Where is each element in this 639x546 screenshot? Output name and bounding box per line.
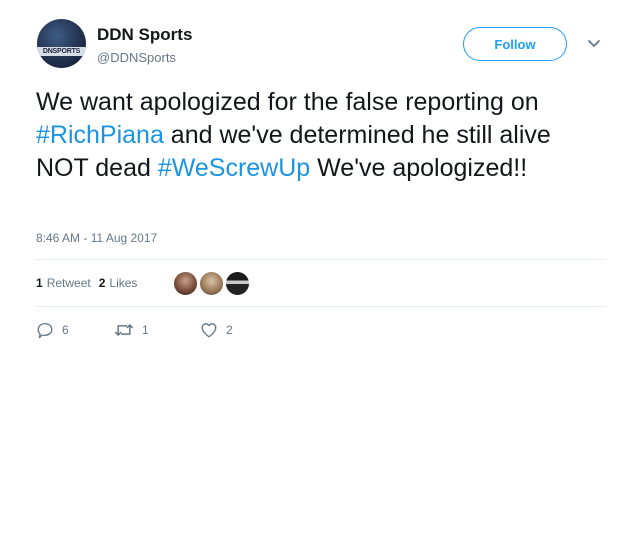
tweet-text-part: We've apologized!! xyxy=(310,154,528,182)
like-button[interactable]: 2 xyxy=(200,321,233,339)
tweet-timestamp[interactable]: 8:46 AM - 11 Aug 2017 xyxy=(36,231,157,245)
divider xyxy=(36,306,606,307)
hashtag-richpiana[interactable]: #RichPiana xyxy=(36,121,164,149)
avatar-logo-text: DNSPORTS xyxy=(37,47,86,56)
reply-button[interactable]: 6 xyxy=(36,321,114,339)
liker-avatars xyxy=(173,271,251,296)
like-action-count: 2 xyxy=(226,323,233,337)
retweet-stat[interactable]: 1 Retweet xyxy=(36,276,91,290)
liker-avatar[interactable] xyxy=(199,271,224,296)
tweet-text: We want apologized for the false reporti… xyxy=(36,86,596,185)
action-bar: 6 1 2 xyxy=(36,321,233,339)
heart-icon xyxy=(201,323,217,338)
retweet-stat-count: 1 xyxy=(36,276,43,290)
follow-button[interactable]: Follow xyxy=(463,27,567,61)
like-stat-count: 2 xyxy=(98,276,106,290)
user-handle[interactable]: @DDNSports xyxy=(97,50,176,65)
tweet-text-part: We want apologized for the false reporti… xyxy=(36,88,539,116)
reply-icon xyxy=(37,322,53,339)
hashtag-wescrewup[interactable]: #WeScrewUp xyxy=(158,154,310,182)
display-name[interactable]: DDN Sports xyxy=(97,25,192,45)
like-stat[interactable]: 2 Likes xyxy=(99,276,138,290)
retweet-stat-label: Retweet xyxy=(46,276,91,290)
liker-avatar[interactable] xyxy=(173,271,198,296)
like-stat-label: Likes xyxy=(109,276,138,290)
retweet-action-count: 1 xyxy=(142,323,149,337)
avatar[interactable]: DNSPORTS xyxy=(37,19,86,68)
tweet-card: DNSPORTS DDN Sports @DDNSports Follow We… xyxy=(0,0,639,345)
reply-count: 6 xyxy=(62,323,69,337)
retweet-button[interactable]: 1 xyxy=(114,321,200,339)
chevron-down-icon[interactable] xyxy=(586,38,602,50)
liker-avatar[interactable] xyxy=(225,271,250,296)
retweet-icon xyxy=(114,324,134,336)
engagement-stats: 1 Retweet 2 Likes xyxy=(36,276,145,290)
divider xyxy=(36,259,606,260)
